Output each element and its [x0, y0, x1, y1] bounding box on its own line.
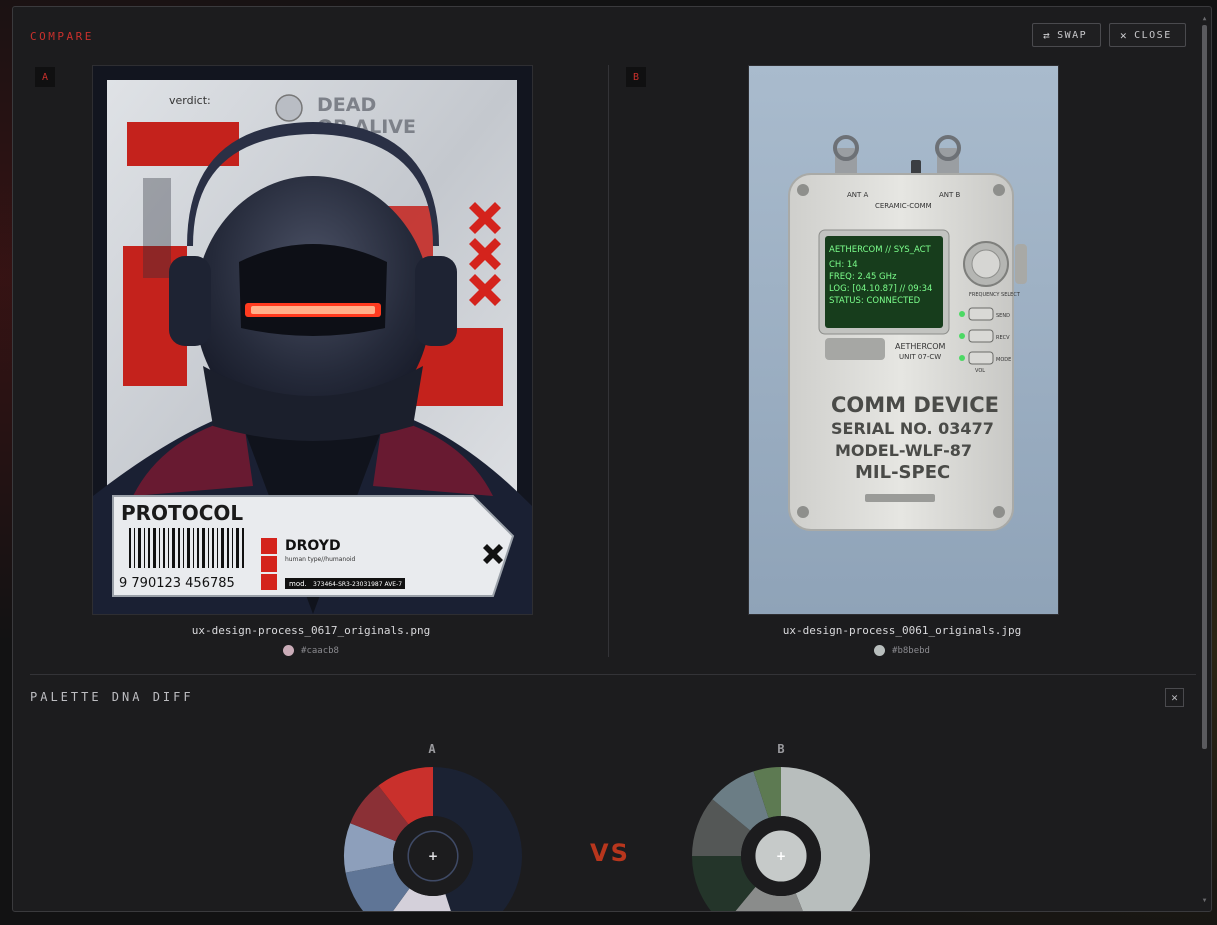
device-stencil-1: COMM DEVICE — [831, 393, 999, 417]
screen-line-5: STATUS: CONNECTED — [829, 296, 921, 306]
poster-headline-1: DEAD — [317, 94, 376, 116]
donut-a-segment-4[interactable] — [344, 823, 396, 873]
donut-b-segment-5[interactable] — [712, 771, 769, 831]
donut-a-segment-1[interactable] — [433, 767, 522, 911]
screen-line-4: LOG: [04.10.87] // 09:34 — [829, 284, 932, 294]
swatch-b: #b8bebd — [682, 645, 1122, 656]
donut-b: + — [692, 767, 870, 911]
scroll-up-icon[interactable]: ▲ — [1201, 15, 1208, 22]
poster-mod-label: mod. — [289, 580, 307, 588]
donut-b-hub-button[interactable] — [755, 830, 807, 882]
image-a[interactable]: verdict: DEAD OR ALIVE PROTOCOL 9 790123… — [92, 65, 533, 615]
device-brand: CERAMIC-COMM — [875, 202, 932, 210]
donut-b-ring — [741, 816, 821, 896]
donut-a-segment-6[interactable] — [378, 767, 433, 825]
panel-badge-a: A — [35, 67, 55, 87]
donut-label-b: B — [777, 742, 785, 756]
donut-b-segment-6[interactable] — [753, 767, 781, 818]
swatch-hex-b: #b8bebd — [892, 645, 930, 656]
section-divider — [30, 674, 1196, 675]
device-freq-select: FREQUENCY SELECT — [969, 292, 1021, 298]
poster-protocol: PROTOCOL — [121, 501, 243, 525]
close-button-label: CLOSE — [1134, 29, 1172, 41]
modal-title: COMPARE — [30, 30, 94, 43]
donut-label-a: A — [428, 742, 436, 756]
donut-a-segment-3[interactable] — [345, 863, 410, 911]
swatch-dot-a — [283, 645, 295, 656]
device-stencil-2: SERIAL NO. 03477 — [831, 419, 994, 438]
panel-divider — [608, 65, 609, 657]
compare-modal: COMPARE ⇄ SWAP ✕ CLOSE A verdict: DEAD O… — [12, 6, 1212, 912]
donut-a-hub-plus: + — [428, 849, 438, 863]
device-stencil-3: MODEL-WLF-87 — [835, 441, 972, 460]
screen-line-1: AETHERCOM // SYS_ACT — [829, 245, 932, 255]
device-unit-1: AETHERCOM — [895, 342, 946, 351]
device-ant-a: ANT A — [847, 191, 869, 199]
donut-a-hub-button[interactable] — [407, 830, 459, 882]
poster-type: human type//humanoid — [285, 556, 356, 563]
poster-name: DROYD — [285, 538, 341, 554]
poster-artwork: verdict: DEAD OR ALIVE PROTOCOL 9 790123… — [93, 66, 532, 614]
swap-icon: ⇄ — [1043, 28, 1052, 42]
filename-b: ux-design-process_0061_originals.jpg — [782, 624, 1022, 637]
donut-b-segment-1[interactable] — [781, 767, 870, 911]
device-stencil-4: MIL-SPEC — [855, 462, 950, 483]
close-button[interactable]: ✕ CLOSE — [1109, 23, 1186, 47]
image-b[interactable]: ANT A ANT B CERAMIC-COMM AETHERCOM // SY… — [748, 65, 1059, 615]
donut-a: + — [344, 767, 522, 911]
screen-line-3: FREQ: 2.45 GHz — [829, 272, 897, 282]
close-icon: ✕ — [1171, 691, 1178, 704]
scrollbar-thumb[interactable] — [1202, 25, 1207, 749]
screen-line-2: CH: 14 — [829, 260, 858, 270]
device-vol: VOL — [975, 368, 985, 374]
scrollbar[interactable]: ▲ ▼ — [1201, 15, 1208, 905]
donut-b-segment-3[interactable] — [692, 856, 756, 911]
device-btn-mode: MODE — [996, 357, 1011, 363]
donut-b-segment-2[interactable] — [724, 886, 813, 911]
device-btn-send: SEND — [996, 313, 1010, 319]
donut-b-hub-plus: + — [776, 849, 786, 863]
swap-button[interactable]: ⇄ SWAP — [1032, 23, 1101, 47]
donut-b-segment-4[interactable] — [692, 799, 751, 856]
donut-a-segment-2[interactable] — [381, 888, 461, 911]
palette-section-title: PALETTE DNA DIFF — [30, 690, 194, 704]
poster-verdict: verdict: — [169, 94, 211, 107]
device-btn-recv: RECV — [996, 335, 1010, 341]
poster-barcode-number: 9 790123 456785 — [119, 576, 235, 591]
swatch-dot-b — [874, 645, 886, 656]
device-ant-b: ANT B — [939, 191, 961, 199]
close-icon: ✕ — [1120, 28, 1129, 42]
donut-a-ring — [393, 816, 473, 896]
swatch-a: #caacb8 — [91, 645, 531, 656]
filename-a: ux-design-process_0617_originals.png — [191, 624, 431, 637]
device-unit-2: UNIT 07-CW — [899, 353, 941, 361]
panel-badge-b: B — [626, 67, 646, 87]
donut-a-segment-5[interactable] — [350, 785, 409, 842]
swap-button-label: SWAP — [1057, 29, 1088, 41]
vs-label: VS — [590, 839, 630, 867]
scroll-down-icon[interactable]: ▼ — [1201, 897, 1208, 904]
swatch-hex-a: #caacb8 — [301, 645, 339, 656]
poster-mod-value: 373464-SR3-23031987 AVE-7 — [313, 581, 402, 588]
device-artwork: ANT A ANT B CERAMIC-COMM AETHERCOM // SY… — [749, 66, 1058, 614]
palette-close-button[interactable]: ✕ — [1165, 688, 1184, 707]
